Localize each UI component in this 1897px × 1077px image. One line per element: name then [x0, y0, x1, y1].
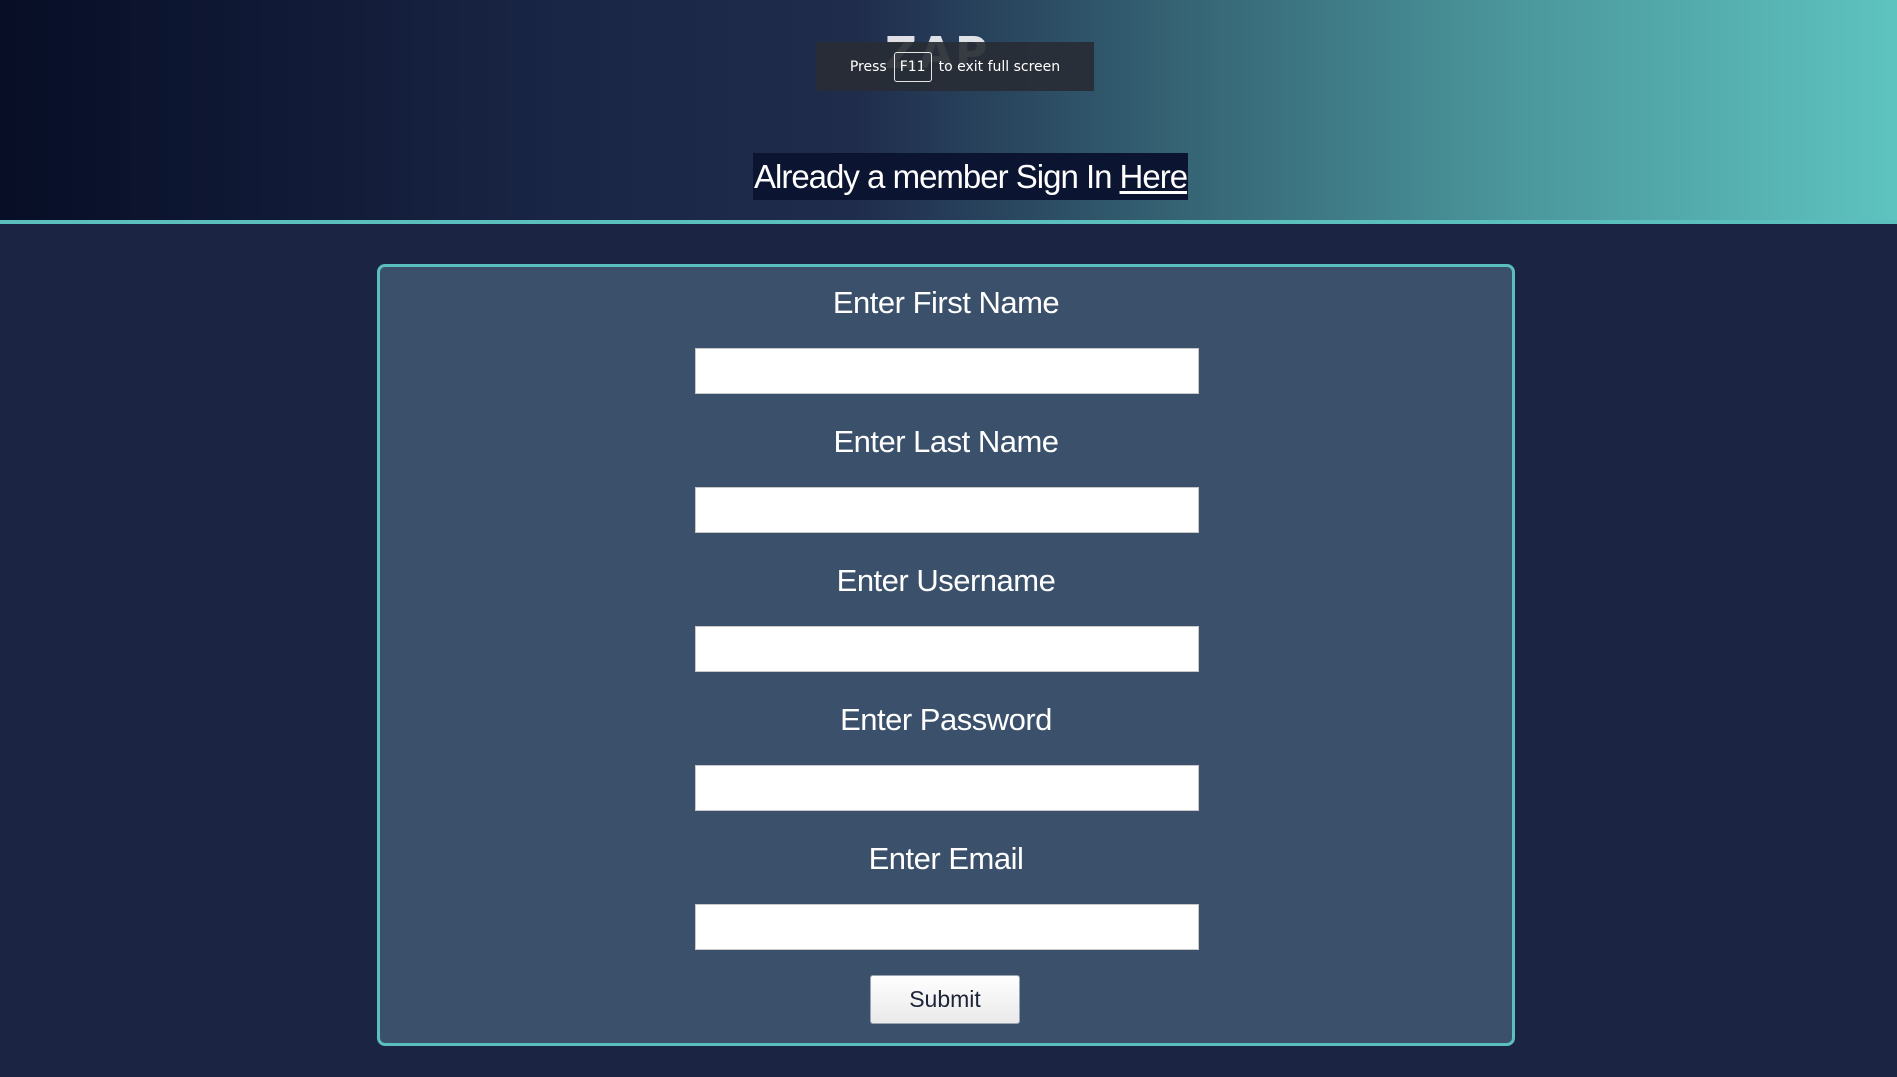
- sign-in-prompt-text: Already a member Sign In: [754, 157, 1113, 195]
- email-label: Enter Email: [868, 841, 1024, 876]
- sign-in-prompt: Already a member Sign In Here: [753, 153, 1189, 200]
- username-label: Enter Username: [836, 563, 1056, 598]
- first-name-label: Enter First Name: [832, 285, 1060, 320]
- last-name-input[interactable]: [695, 487, 1199, 533]
- submit-button[interactable]: Submit: [870, 975, 1020, 1024]
- password-input[interactable]: [695, 765, 1199, 811]
- username-input[interactable]: [695, 626, 1199, 672]
- fullscreen-toast: Press F11 to exit full screen: [816, 42, 1094, 91]
- first-name-input[interactable]: [695, 348, 1199, 394]
- sign-in-here-link[interactable]: Here: [1120, 158, 1189, 196]
- fullscreen-toast-prefix: Press: [849, 58, 887, 75]
- last-name-label: Enter Last Name: [833, 424, 1059, 459]
- email-input[interactable]: [695, 904, 1199, 950]
- f11-key-badge: F11: [893, 51, 932, 82]
- fullscreen-toast-suffix: to exit full screen: [938, 58, 1061, 75]
- password-label: Enter Password: [840, 702, 1052, 737]
- header-banner: ZAP Press F11 to exit full screen Alread…: [0, 0, 1897, 224]
- registration-form: Enter First Name Enter Last Name Enter U…: [377, 264, 1515, 1046]
